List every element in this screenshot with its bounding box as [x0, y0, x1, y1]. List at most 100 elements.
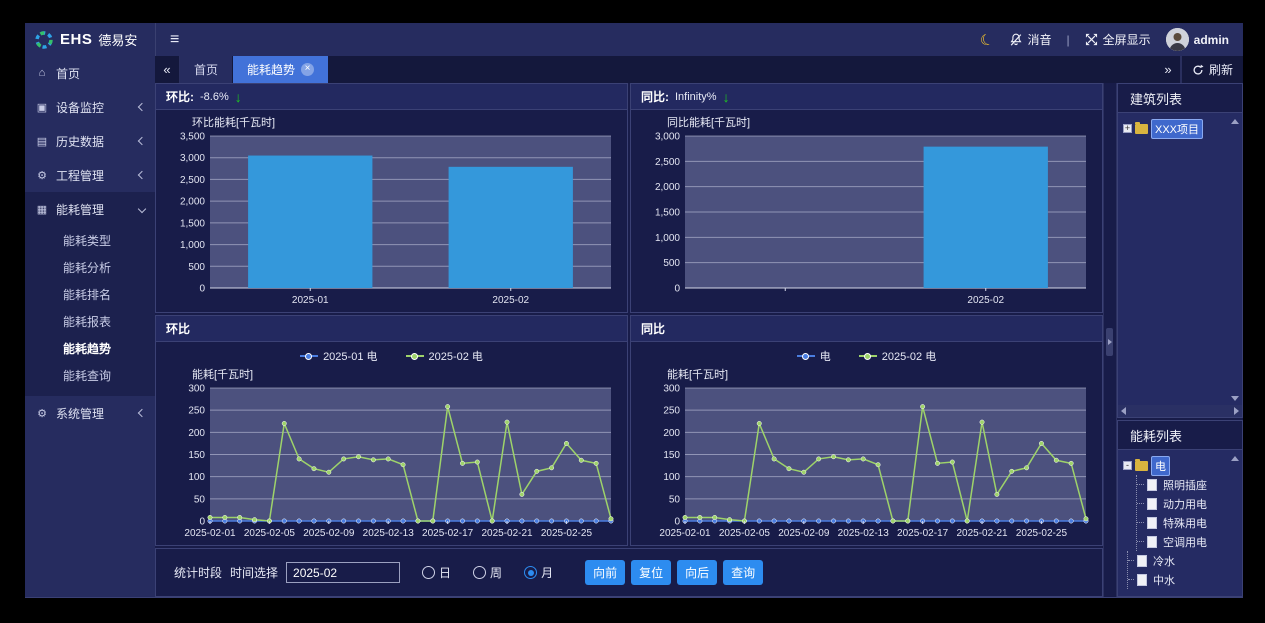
yoy-stat-label: 同比: [641, 88, 669, 105]
chart-axis-title: 环比能耗[千瓦时] [192, 114, 621, 130]
tabs-scroll-right-icon[interactable]: » [1156, 56, 1181, 83]
sidebar: EHS 德易安 ⌂ 首页 ▣ 设备监控 ▤ 历史数据 ⚙ 工程管理 ▦ 能耗管理 [25, 23, 155, 597]
scroll-right-icon[interactable] [1234, 407, 1239, 415]
collapse-icon[interactable]: - [1123, 461, 1132, 470]
svg-text:2025-02-17: 2025-02-17 [897, 528, 949, 539]
yoy-bar-panel: 同比: Infinity% ↓ 同比能耗[千瓦时]05001,0001,5002… [630, 83, 1103, 313]
tree-node-power[interactable]: 动力用电 [1137, 494, 1239, 513]
tab-energy-trend[interactable]: 能耗趋势 × [233, 56, 329, 83]
svg-text:2,500: 2,500 [180, 175, 205, 186]
tree-node-hvac[interactable]: 空调用电 [1137, 532, 1239, 551]
svg-text:2025-02-21: 2025-02-21 [481, 528, 533, 539]
submenu-item-energy-analysis[interactable]: 能耗分析 [25, 255, 155, 282]
svg-text:2025-02: 2025-02 [967, 295, 1004, 306]
sidebar-item-energy-mgmt[interactable]: ▦ 能耗管理 [25, 192, 155, 226]
chart-legend: 2025-01 电 2025-02 电 [162, 346, 621, 366]
tab-bar: « 首页 能耗趋势 × » 刷新 [155, 56, 1243, 83]
mute-button[interactable]: 消音 [1009, 31, 1052, 48]
tree-node-lighting[interactable]: 照明插座 [1137, 475, 1239, 494]
radio-day[interactable]: 日 [422, 564, 451, 581]
tree-node-label[interactable]: XXX项目 [1151, 119, 1203, 139]
scroll-down-icon[interactable] [1231, 396, 1239, 401]
tree-node-reclaimed-water[interactable]: 中水 [1128, 570, 1239, 589]
reset-button[interactable]: 复位 [631, 560, 671, 585]
chart-canvas: 0501001502002503002025-02-012025-02-0520… [637, 382, 1096, 541]
history-data-icon: ▤ [35, 135, 49, 148]
content-area: 环比: -8.6% ↓ 环比能耗[千瓦时]05001,0001,5002,000… [155, 83, 1243, 597]
radio-circle [473, 566, 486, 579]
expand-icon[interactable]: + [1123, 124, 1132, 133]
bell-slash-icon [1009, 33, 1023, 47]
refresh-button[interactable]: 刷新 [1181, 56, 1243, 83]
submenu-item-energy-report[interactable]: 能耗报表 [25, 309, 155, 336]
electricity-children: 照明插座 动力用电 特殊用电 [1136, 475, 1239, 551]
svg-text:2025-02-25: 2025-02-25 [1016, 528, 1068, 539]
submenu-item-energy-query[interactable]: 能耗查询 [25, 363, 155, 390]
dark-mode-moon-icon[interactable]: ☾ [978, 29, 996, 50]
scroll-left-icon[interactable] [1121, 407, 1126, 415]
next-button[interactable]: 向后 [677, 560, 717, 585]
tree-node-electricity[interactable]: - 电 [1123, 456, 1239, 475]
mom-stat-header: 环比: -8.6% ↓ [156, 84, 627, 110]
tree-node-label: 动力用电 [1160, 495, 1210, 513]
close-icon[interactable]: × [301, 63, 314, 76]
hamburger-menu-icon[interactable]: ≡ [170, 31, 179, 49]
fullscreen-button[interactable]: 全屏显示 [1085, 31, 1151, 48]
tree-node-label[interactable]: 电 [1151, 456, 1170, 476]
file-icon [1137, 574, 1147, 586]
file-icon [1147, 498, 1157, 510]
energy-mgmt-icon: ▦ [35, 203, 49, 216]
legend-item[interactable]: 2025-02 电 [406, 348, 483, 364]
chevron-left-icon [138, 137, 146, 145]
yoy-stat-header: 同比: Infinity% ↓ [631, 84, 1102, 110]
user-menu[interactable]: admin [1166, 28, 1229, 51]
tree-node-project[interactable]: + XXX项目 [1123, 119, 1239, 138]
sidebar-item-history-data[interactable]: ▤ 历史数据 [25, 124, 155, 158]
legend-item[interactable]: 2025-01 电 [300, 348, 377, 364]
time-select-label: 时间选择 [230, 564, 278, 581]
chevron-left-icon [138, 409, 146, 417]
panel-title: 同比 [641, 320, 665, 337]
svg-text:0: 0 [199, 517, 205, 528]
legend-item[interactable]: 电 [797, 348, 831, 364]
svg-text:1,500: 1,500 [655, 208, 680, 219]
vertical-splitter[interactable] [1103, 83, 1117, 597]
scroll-up-icon[interactable] [1231, 119, 1239, 124]
time-input[interactable] [286, 562, 400, 583]
sidebar-group-energy-mgmt: ▦ 能耗管理 能耗类型 能耗分析 能耗排名 能耗报表 能耗趋势 能耗查询 [25, 192, 155, 396]
fullscreen-icon [1085, 33, 1098, 46]
submenu-item-energy-ranking[interactable]: 能耗排名 [25, 282, 155, 309]
submenu-item-energy-trend[interactable]: 能耗趋势 [25, 336, 155, 363]
tabs-scroll-left-icon[interactable]: « [155, 56, 180, 83]
sidebar-item-device-monitor[interactable]: ▣ 设备监控 [25, 90, 155, 124]
svg-text:150: 150 [188, 450, 205, 461]
tree-node-special[interactable]: 特殊用电 [1137, 513, 1239, 532]
query-button[interactable]: 查询 [723, 560, 763, 585]
submenu-item-energy-type[interactable]: 能耗类型 [25, 228, 155, 255]
splitter-handle[interactable] [1106, 328, 1113, 356]
chart-canvas: 0501001502002503002025-02-012025-02-0520… [162, 382, 621, 541]
horizontal-scrollbar[interactable] [1118, 405, 1242, 417]
energy-list-section: 能耗列表 - 电 照明插座 [1117, 420, 1243, 597]
tab-home[interactable]: 首页 [180, 56, 233, 83]
prev-button[interactable]: 向前 [585, 560, 625, 585]
username: admin [1194, 33, 1229, 47]
file-icon [1147, 536, 1157, 548]
radio-week[interactable]: 周 [473, 564, 502, 581]
root-siblings: 冷水 中水 [1127, 551, 1239, 589]
chevron-left-icon [138, 171, 146, 179]
tree-node-cold-water[interactable]: 冷水 [1128, 551, 1239, 570]
line-charts-row: 环比 2025-01 电2025-02 电能耗[千瓦时]050100150200… [155, 315, 1103, 546]
legend-item[interactable]: 2025-02 电 [859, 348, 936, 364]
brand-ring-icon [34, 30, 54, 50]
sidebar-item-home[interactable]: ⌂ 首页 [25, 56, 155, 90]
navbar-divider: | [1067, 33, 1070, 47]
scroll-up-icon[interactable] [1231, 456, 1239, 461]
radio-month[interactable]: 月 [524, 564, 553, 581]
sidebar-item-system-mgmt[interactable]: ⚙ 系统管理 [25, 396, 155, 430]
svg-text:100: 100 [188, 472, 205, 483]
svg-text:2025-02: 2025-02 [492, 295, 529, 306]
sidebar-item-project-mgmt[interactable]: ⚙ 工程管理 [25, 158, 155, 192]
svg-text:200: 200 [188, 428, 205, 439]
radio-label: 月 [541, 564, 553, 581]
